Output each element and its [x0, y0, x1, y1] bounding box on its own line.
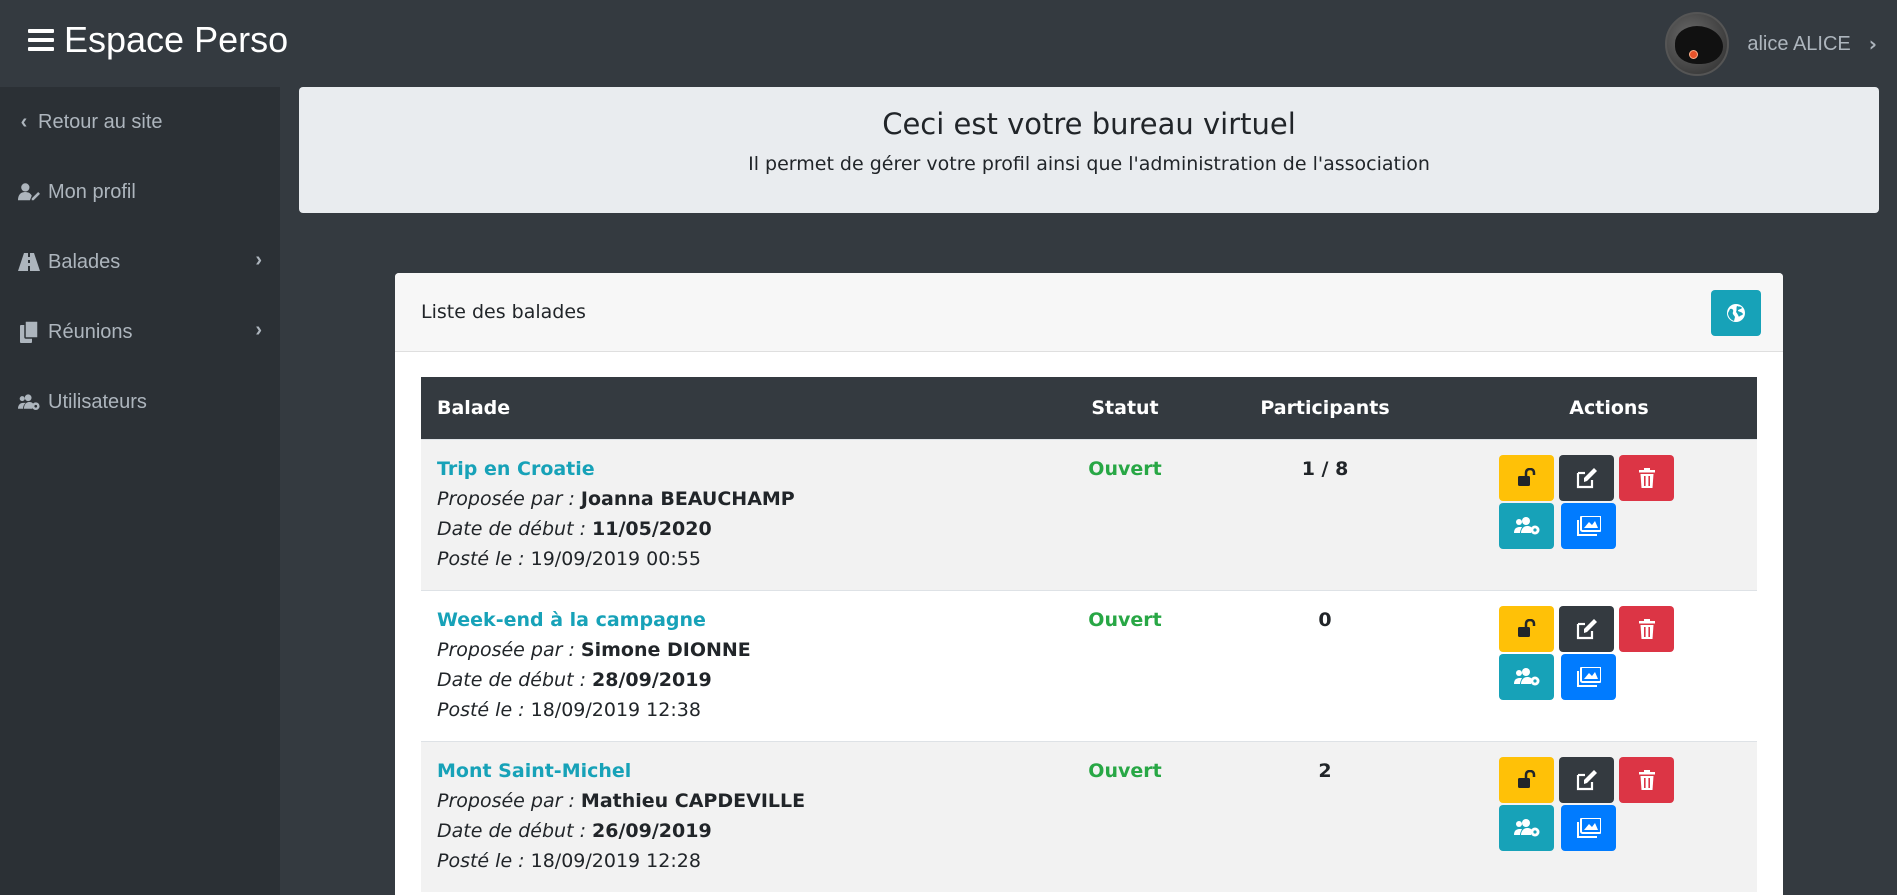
participants-count: 1 / 8	[1301, 458, 1349, 480]
users-cog-icon	[1513, 517, 1539, 535]
user-edit-icon	[18, 181, 40, 203]
balades-table: Balade Statut Participants Actions Trip …	[421, 377, 1757, 892]
start-date: Date de début : 26/09/2019	[437, 820, 712, 842]
row-actions	[1499, 606, 1699, 726]
page-title: Ceci est votre bureau virtuel	[882, 107, 1296, 141]
unlock-icon	[1517, 619, 1535, 637]
globe-button[interactable]	[1711, 290, 1761, 336]
brand-title: Espace Perso	[64, 19, 289, 60]
globe-icon	[1727, 304, 1745, 322]
photos-button[interactable]	[1561, 654, 1616, 700]
chevron-right-icon: ›	[255, 319, 262, 341]
images-icon	[1576, 516, 1601, 536]
participants-button[interactable]	[1499, 805, 1554, 851]
table-row: Mont Saint-Michel Proposée par : Mathieu…	[421, 741, 1757, 892]
participants-count: 2	[1318, 760, 1332, 782]
proposed-by: Proposée par : Mathieu CAPDEVILLE	[437, 790, 806, 812]
table-row: Week-end à la campagne Proposée par : Si…	[421, 590, 1757, 741]
status-badge: Ouvert	[1088, 458, 1162, 480]
proposed-by: Proposée par : Joanna BEAUCHAMP	[437, 488, 795, 510]
trash-icon	[1638, 619, 1655, 639]
delete-button[interactable]	[1619, 606, 1674, 652]
participants-button[interactable]	[1499, 654, 1554, 700]
posted-date: Posté le : 19/09/2019 00:55	[437, 548, 701, 570]
sidebar-item-balades[interactable]: Balades ›	[18, 247, 262, 277]
card-title: Liste des balades	[421, 301, 586, 323]
column-header-statut: Statut	[1091, 397, 1159, 419]
users-cog-icon	[1513, 668, 1539, 686]
unlock-button[interactable]	[1499, 455, 1554, 501]
balade-title-link[interactable]: Week-end à la campagne	[437, 609, 706, 631]
users-cog-icon	[1513, 819, 1539, 837]
top-navbar: Espace Perso alice ALICE ›	[0, 0, 1897, 87]
balades-card: Liste des balades Balade Statut Particip…	[395, 273, 1783, 895]
table-row: Trip en Croatie Proposée par : Joanna BE…	[421, 439, 1757, 590]
unlock-button[interactable]	[1499, 606, 1554, 652]
status-badge: Ouvert	[1088, 760, 1162, 782]
chevron-left-icon: ‹	[20, 110, 28, 133]
edit-icon	[1576, 770, 1597, 791]
card-header: Liste des balades	[395, 273, 1783, 352]
posted-date: Posté le : 18/09/2019 12:38	[437, 699, 701, 721]
balade-title-link[interactable]: Mont Saint-Michel	[437, 760, 631, 782]
sidebar-item-reunions[interactable]: Réunions ›	[18, 317, 262, 347]
avatar	[1665, 12, 1730, 76]
sidebar-item-label: Utilisateurs	[48, 390, 147, 413]
edit-button[interactable]	[1559, 606, 1614, 652]
column-header-actions: Actions	[1569, 397, 1649, 419]
posted-date: Posté le : 18/09/2019 12:28	[437, 850, 701, 872]
road-icon	[18, 251, 40, 273]
images-icon	[1576, 667, 1601, 687]
table-header: Balade Statut Participants Actions	[421, 377, 1757, 439]
participants-button[interactable]	[1499, 503, 1554, 549]
row-actions	[1499, 455, 1699, 575]
participants-count: 0	[1318, 609, 1332, 631]
unlock-button[interactable]	[1499, 757, 1554, 803]
chevron-right-icon: ›	[255, 249, 262, 271]
sidebar-item-label: Mon profil	[48, 180, 136, 203]
user-menu[interactable]: alice ALICE ›	[1665, 12, 1877, 76]
trash-icon	[1638, 468, 1655, 488]
sidebar-item-utilisateurs[interactable]: Utilisateurs	[18, 387, 262, 417]
chevron-right-icon: ›	[1868, 32, 1877, 56]
delete-button[interactable]	[1619, 757, 1674, 803]
sidebar-item-label: Réunions	[48, 320, 133, 343]
photos-button[interactable]	[1561, 503, 1616, 549]
status-badge: Ouvert	[1088, 609, 1162, 631]
proposed-by: Proposée par : Simone DIONNE	[437, 639, 751, 661]
images-icon	[1576, 818, 1601, 838]
edit-icon	[1576, 468, 1597, 489]
row-actions	[1499, 757, 1699, 877]
users-cog-icon	[18, 391, 40, 413]
start-date: Date de début : 28/09/2019	[437, 669, 712, 691]
edit-icon	[1576, 619, 1597, 640]
photos-button[interactable]	[1561, 805, 1616, 851]
unlock-icon	[1517, 468, 1535, 486]
column-header-participants: Participants	[1260, 397, 1390, 419]
edit-button[interactable]	[1559, 455, 1614, 501]
user-name: alice ALICE	[1747, 32, 1851, 55]
sidebar-item-retour-au-site[interactable]: ‹ Retour au site	[18, 107, 262, 137]
sidebar: ‹ Retour au site Mon profil Balades › Ré…	[0, 87, 280, 895]
unlock-icon	[1517, 770, 1535, 788]
welcome-jumbotron: Ceci est votre bureau virtuel Il permet …	[299, 87, 1879, 213]
trash-icon	[1638, 770, 1655, 790]
sidebar-item-mon-profil[interactable]: Mon profil	[18, 177, 262, 207]
balade-title-link[interactable]: Trip en Croatie	[437, 458, 595, 480]
sidebar-item-label: Retour au site	[38, 110, 163, 133]
edit-button[interactable]	[1559, 757, 1614, 803]
delete-button[interactable]	[1619, 455, 1674, 501]
start-date: Date de début : 11/05/2020	[437, 518, 712, 540]
hamburger-menu-icon[interactable]	[28, 29, 54, 51]
copy-icon	[18, 321, 40, 343]
column-header-balade: Balade	[437, 397, 511, 419]
page-subtitle: Il permet de gérer votre profil ainsi qu…	[748, 153, 1430, 175]
sidebar-item-label: Balades	[48, 250, 121, 273]
brand[interactable]: Espace Perso	[28, 18, 288, 62]
